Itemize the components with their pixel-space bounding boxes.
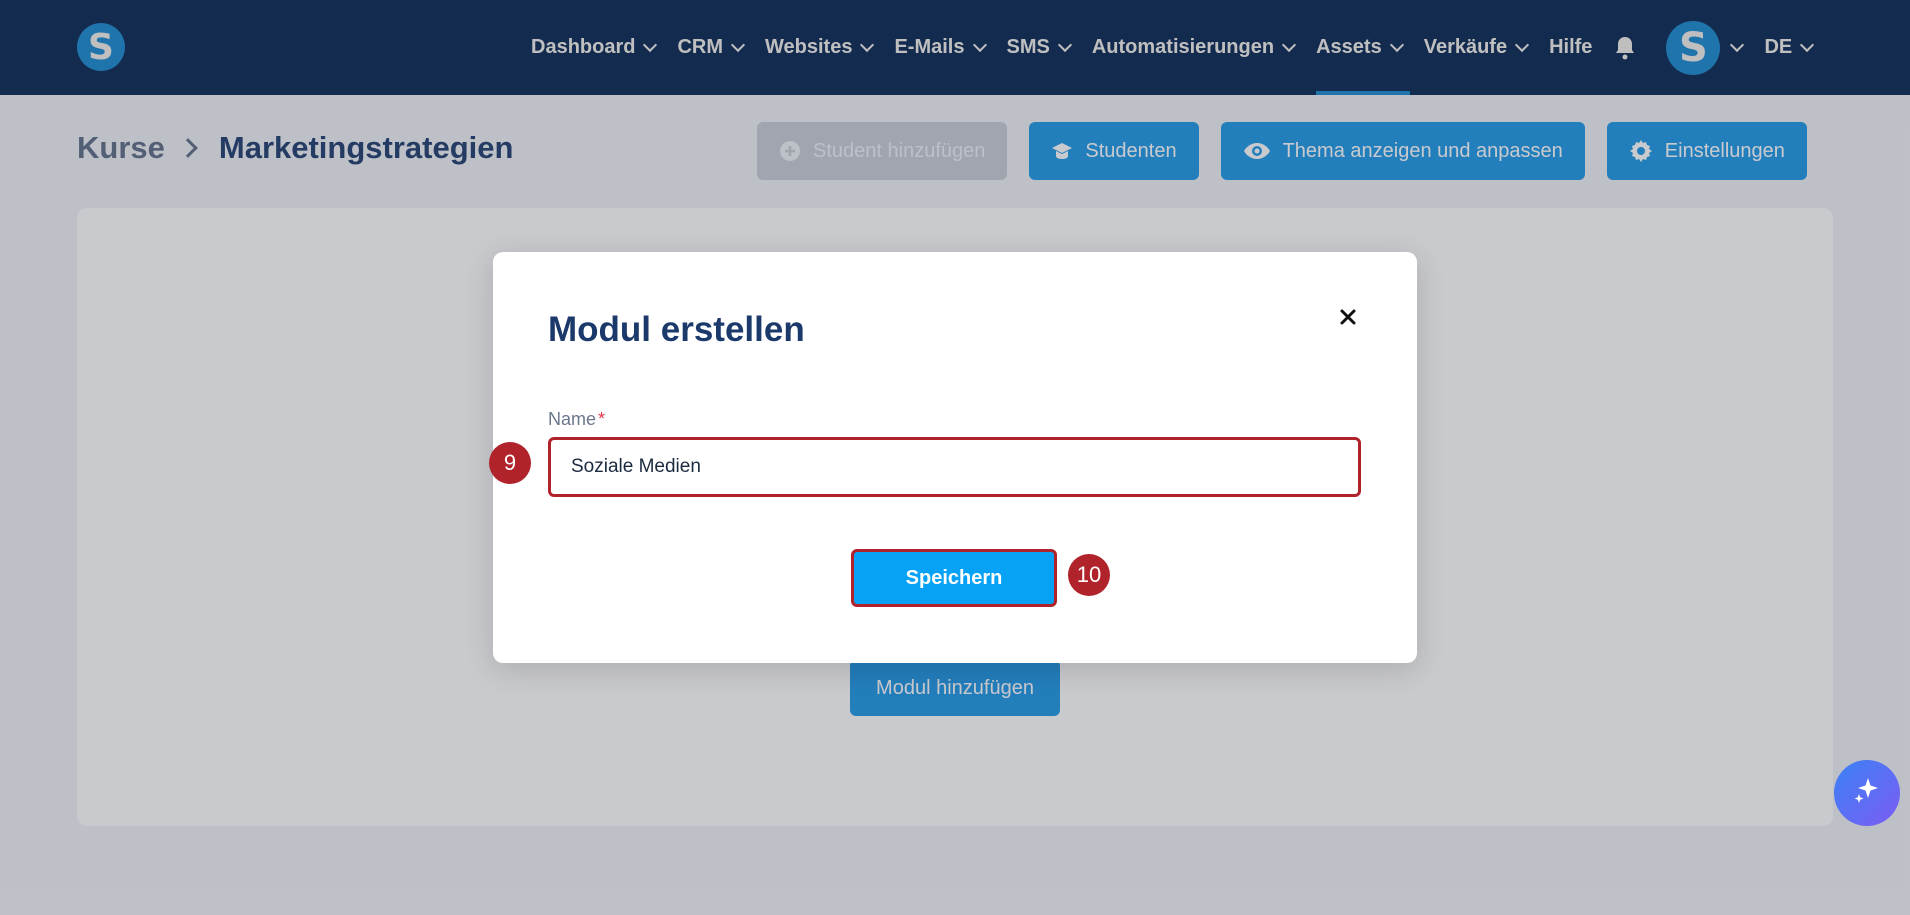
sparkle-icon — [1850, 774, 1884, 813]
ai-assistant-button[interactable] — [1834, 760, 1900, 826]
close-icon[interactable] — [1335, 304, 1361, 330]
dialog-title: Modul erstellen — [548, 310, 805, 349]
name-field-label: Name * — [548, 409, 605, 430]
create-module-dialog: Modul erstellen Name* Speichern — [493, 252, 1417, 663]
required-mark: * — [598, 409, 606, 429]
name-input[interactable] — [548, 437, 1361, 497]
name-label-text: Name — [548, 409, 597, 429]
save-button[interactable]: Speichern — [851, 549, 1057, 607]
step-marker: 9 — [489, 442, 531, 484]
step-marker: 10 — [1068, 554, 1110, 596]
nav-backdrop — [0, 0, 1910, 95]
